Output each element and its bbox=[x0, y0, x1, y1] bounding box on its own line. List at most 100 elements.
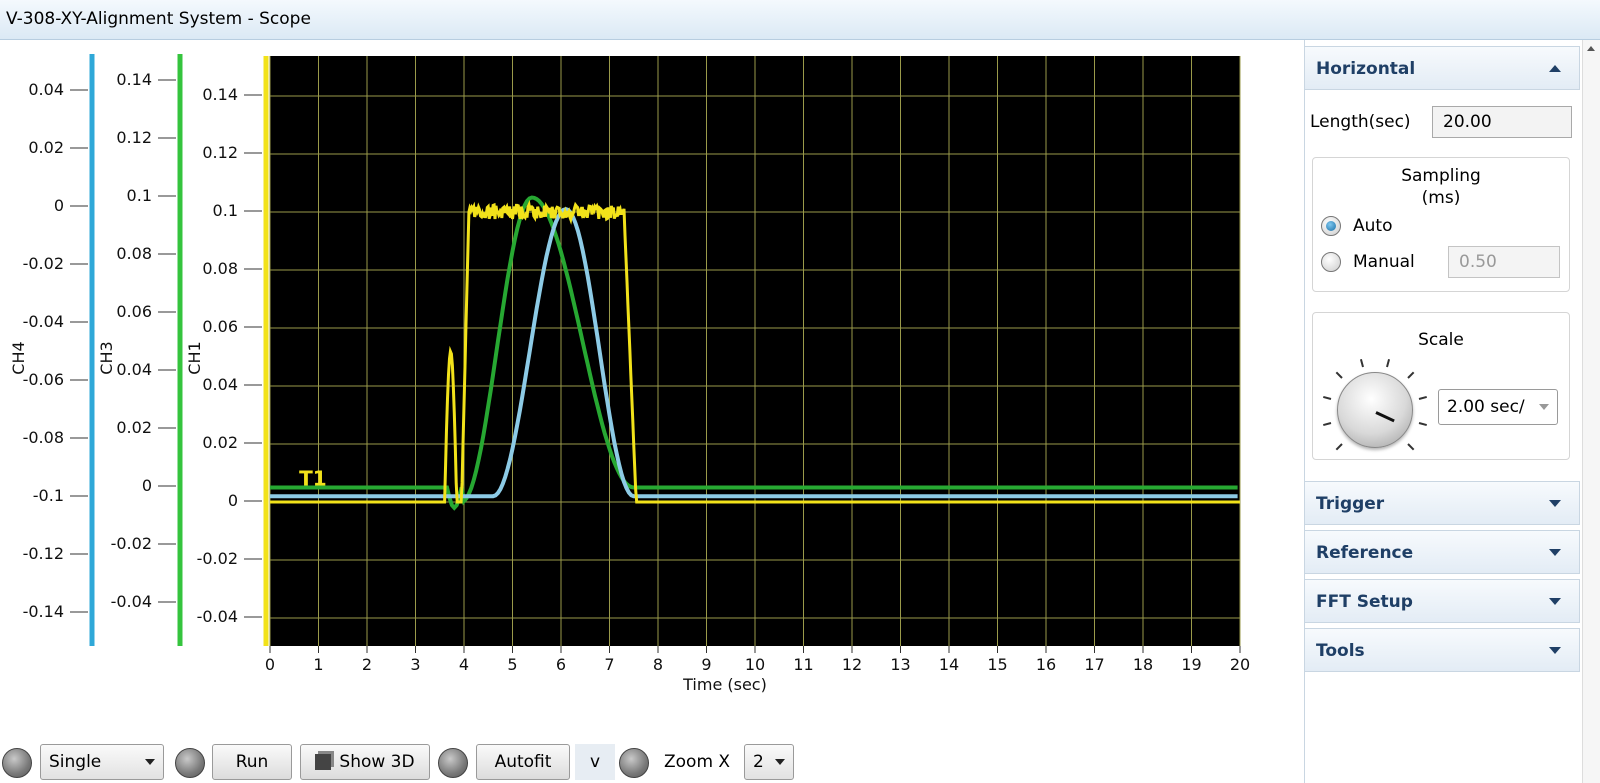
x-tick-label: 11 bbox=[793, 655, 813, 674]
y-tick-label: 0.12 bbox=[202, 143, 238, 162]
x-tick-label: 4 bbox=[459, 655, 469, 674]
x-tick-label: 17 bbox=[1084, 655, 1104, 674]
section-horizontal-header[interactable]: Horizontal bbox=[1304, 46, 1580, 90]
section-reference-header[interactable]: Reference bbox=[1304, 530, 1580, 574]
y-tick-label: -0.08 bbox=[23, 428, 64, 447]
run-button-label: Run bbox=[235, 752, 269, 772]
mode-select[interactable]: Single bbox=[40, 744, 164, 780]
expand-icon bbox=[1549, 647, 1561, 654]
section-trigger-header[interactable]: Trigger bbox=[1304, 481, 1580, 525]
y-tick-label: -0.04 bbox=[111, 592, 152, 611]
x-tick-label: 16 bbox=[1036, 655, 1056, 674]
x-tick-label: 9 bbox=[701, 655, 711, 674]
x-tick-label: 7 bbox=[604, 655, 614, 674]
autofit-button-label: Autofit bbox=[494, 752, 552, 772]
x-tick-label: 18 bbox=[1133, 655, 1153, 674]
collapse-icon bbox=[1549, 65, 1561, 72]
x-tick-label: 5 bbox=[507, 655, 517, 674]
window-title: V-308-XY-Alignment System - Scope bbox=[6, 9, 311, 29]
y-tick-label: 0 bbox=[142, 476, 152, 495]
x-tick-label: 0 bbox=[265, 655, 275, 674]
y-tick-label: -0.14 bbox=[23, 602, 64, 621]
run-led bbox=[175, 748, 205, 778]
trigger-marker-label: T1 bbox=[299, 467, 327, 491]
y-tick-label: 0.02 bbox=[116, 418, 152, 437]
length-input[interactable]: 20.00 bbox=[1432, 106, 1572, 138]
mode-select-value: Single bbox=[49, 752, 102, 772]
x-tick-label: 6 bbox=[556, 655, 566, 674]
zoom-x-value: 2 bbox=[753, 752, 764, 772]
section-horizontal-label: Horizontal bbox=[1316, 59, 1416, 79]
x-tick-label: 15 bbox=[987, 655, 1007, 674]
zoom-led bbox=[619, 748, 649, 778]
y-tick-label: 0 bbox=[54, 196, 64, 215]
cube-icon bbox=[315, 754, 332, 770]
x-tick-label: 8 bbox=[653, 655, 663, 674]
x-tick-label: 2 bbox=[362, 655, 372, 674]
y-tick-label: 0.02 bbox=[202, 433, 238, 452]
x-tick-label: 14 bbox=[939, 655, 959, 674]
axis-title-ch1: CH1 bbox=[185, 341, 204, 374]
y-tick-label: -0.02 bbox=[111, 534, 152, 553]
y-tick-label: -0.02 bbox=[197, 549, 238, 568]
y-tick-label: 0.14 bbox=[116, 70, 152, 89]
x-tick-label: 10 bbox=[745, 655, 765, 674]
y-tick-label: 0.02 bbox=[28, 138, 64, 157]
vertical-autofit-button[interactable]: v bbox=[575, 744, 615, 780]
section-reference-label: Reference bbox=[1316, 543, 1414, 563]
y-tick-label: -0.02 bbox=[23, 254, 64, 273]
manual-sampling-input[interactable]: 0.50 bbox=[1448, 246, 1560, 278]
autofit-button[interactable]: Autofit bbox=[476, 744, 570, 780]
y-tick-label: -0.12 bbox=[23, 544, 64, 563]
y-tick-label: 0 bbox=[228, 491, 238, 510]
sampling-unit: (ms) bbox=[1421, 188, 1461, 208]
section-trigger-label: Trigger bbox=[1316, 494, 1385, 514]
scale-select-value: 2.00 sec/ bbox=[1447, 397, 1525, 417]
section-fft-label: FFT Setup bbox=[1316, 592, 1413, 612]
x-tick-label: 19 bbox=[1181, 655, 1201, 674]
show-3d-button[interactable]: Show 3D bbox=[300, 744, 430, 780]
auto-radio[interactable] bbox=[1321, 216, 1341, 236]
scale-knob[interactable] bbox=[1337, 372, 1413, 448]
expand-icon bbox=[1549, 549, 1561, 556]
expand-icon bbox=[1549, 598, 1561, 605]
y-tick-label: 0.06 bbox=[116, 302, 152, 321]
zoom-x-label: Zoom X bbox=[664, 752, 731, 772]
y-tick-label: -0.04 bbox=[197, 607, 238, 626]
axis-title-ch3: CH3 bbox=[97, 341, 116, 374]
scope-toolbar: Single Run Show 3D Autofit v Zoom X 2 bbox=[0, 740, 1304, 780]
y-tick-label: 0.1 bbox=[127, 186, 152, 205]
zoom-x-select[interactable]: 2 bbox=[744, 744, 794, 780]
y-tick-label: -0.1 bbox=[33, 486, 64, 505]
x-axis-title: Time (sec) bbox=[682, 675, 767, 694]
axis-title-ch4: CH4 bbox=[9, 341, 28, 374]
vertical-autofit-label: v bbox=[589, 752, 601, 772]
chevron-down-icon bbox=[145, 759, 155, 765]
sampling-title: Sampling bbox=[1401, 166, 1481, 186]
x-tick-label: 3 bbox=[410, 655, 420, 674]
scope-chart: 0 1 2 3 4 5 6 7 8 9 10 11 12 13 14 15 16 17 18 19 20Time (se… bbox=[9, 54, 1250, 694]
x-tick-label: 1 bbox=[313, 655, 323, 674]
y-tick-label: 0.12 bbox=[116, 128, 152, 147]
y-tick-label: 0.04 bbox=[116, 360, 152, 379]
show-3d-button-label: Show 3D bbox=[339, 752, 415, 772]
x-tick-label: 13 bbox=[890, 655, 910, 674]
y-tick-label: 0.04 bbox=[202, 375, 238, 394]
y-tick-label: 0.08 bbox=[116, 244, 152, 263]
run-button[interactable]: Run bbox=[212, 744, 292, 780]
status-led bbox=[2, 748, 32, 778]
manual-radio[interactable] bbox=[1321, 252, 1341, 272]
section-tools-header[interactable]: Tools bbox=[1304, 628, 1580, 672]
window-titlebar: V-308-XY-Alignment System - Scope bbox=[0, 0, 1600, 40]
y-tick-label: -0.06 bbox=[23, 370, 64, 389]
y-tick-label: 0.04 bbox=[28, 80, 64, 99]
scroll-up-icon[interactable] bbox=[1587, 46, 1595, 51]
y-tick-label: 0.08 bbox=[202, 259, 238, 278]
chevron-down-icon bbox=[775, 759, 785, 765]
y-tick-label: 0.1 bbox=[213, 201, 238, 220]
scale-select[interactable]: 2.00 sec/ bbox=[1438, 389, 1558, 425]
panel-scrollbar[interactable] bbox=[1582, 40, 1600, 783]
autofit-led bbox=[438, 748, 468, 778]
y-tick-label: -0.04 bbox=[23, 312, 64, 331]
section-fft-header[interactable]: FFT Setup bbox=[1304, 579, 1580, 623]
